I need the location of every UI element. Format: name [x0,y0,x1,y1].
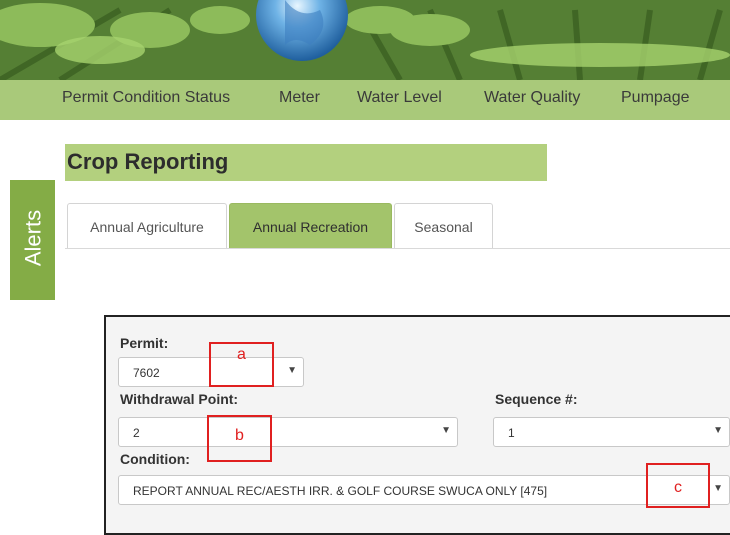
chevron-down-icon: ▼ [713,425,723,436]
chevron-down-icon: ▼ [713,483,723,494]
nav-item-permit-condition-status[interactable]: Permit Condition Status [62,89,230,107]
nav-item-pumpage[interactable]: Pumpage [621,89,690,107]
nav-item-meter[interactable]: Meter [279,89,320,107]
annotation-box-b: b [207,415,272,462]
sequence-value: 1 [508,426,515,440]
tab-seasonal[interactable]: Seasonal [394,203,493,249]
permit-value: 7602 [133,366,160,380]
tab-label: Seasonal [414,218,473,235]
sequence-select[interactable]: 1 ▼ [493,417,730,447]
tab-label: Annual Recreation [252,218,369,235]
tab-divider [65,248,730,249]
tab-label: Annual Agriculture [90,218,204,235]
annotation-label-b: b [235,427,244,444]
condition-select[interactable]: REPORT ANNUAL REC/AESTH IRR. & GOLF COUR… [118,475,730,505]
withdrawal-point-label: Withdrawal Point: [120,391,239,407]
chevron-down-icon: ▼ [287,365,297,376]
tab-annual-agriculture[interactable]: Annual Agriculture [67,203,227,249]
permit-label: Permit: [120,335,169,351]
condition-value: REPORT ANNUAL REC/AESTH IRR. & GOLF COUR… [133,484,548,498]
withdrawal-point-value: 2 [133,426,140,440]
alerts-tab[interactable]: Alerts [10,180,55,300]
nav-item-water-quality[interactable]: Water Quality [484,89,580,107]
sequence-label: Sequence #: [495,391,578,407]
condition-label: Condition: [120,451,190,467]
annotation-box-c: c [646,463,710,508]
chevron-down-icon: ▼ [441,425,451,436]
alerts-label: Alerts [20,209,46,267]
header-banner [0,0,730,80]
annotation-box-a: a [209,342,274,387]
annotation-label-c: c [674,479,682,496]
page-title: Crop Reporting [67,149,229,174]
banner-image [0,0,730,80]
permit-form: Permit: 7602 ▼ Withdrawal Point: 2 ▼ Seq… [104,315,730,535]
annotation-label-a: a [237,346,246,363]
page-title-bar: Crop Reporting [65,144,547,181]
main-nav: Permit Condition Status Meter Water Leve… [0,80,730,120]
tab-annual-recreation[interactable]: Annual Recreation [229,203,392,249]
nav-item-water-level[interactable]: Water Level [357,89,442,107]
withdrawal-point-select[interactable]: 2 ▼ [118,417,458,447]
